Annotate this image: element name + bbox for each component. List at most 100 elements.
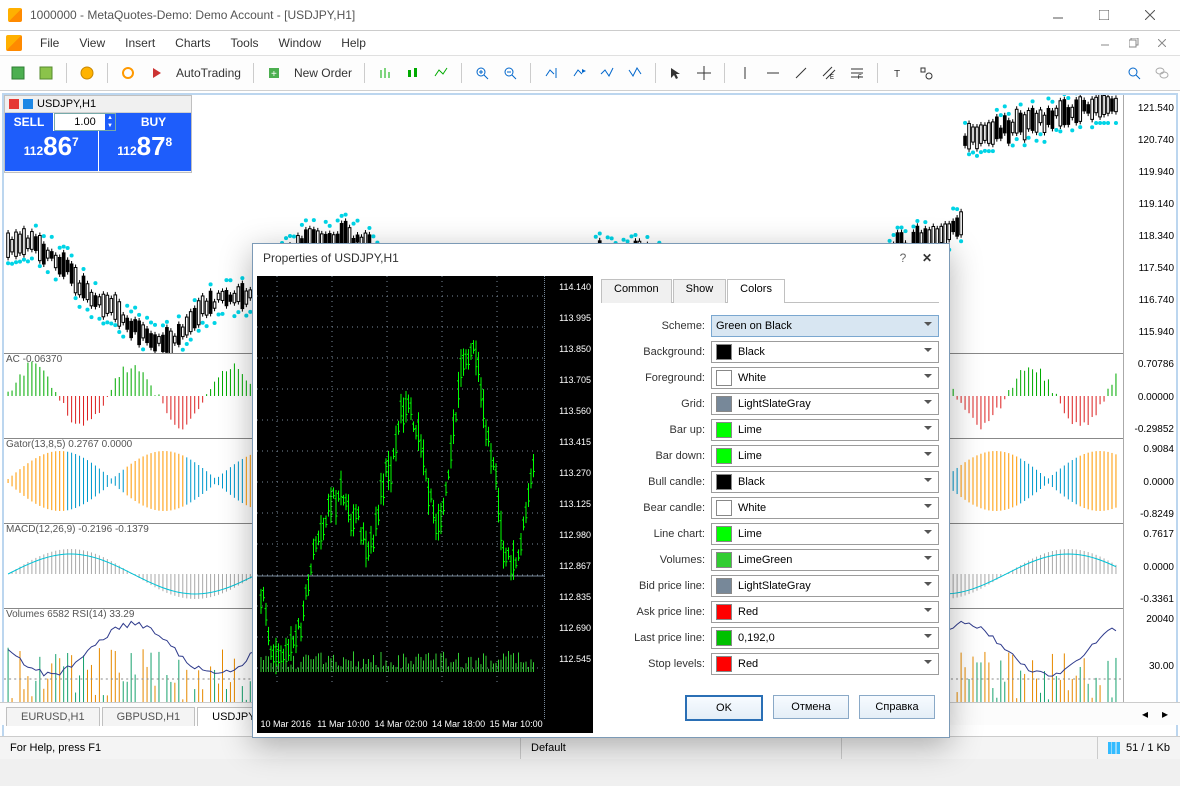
market-watch-icon[interactable]	[75, 61, 99, 85]
dialog-tabs: CommonShowColors	[601, 278, 939, 303]
window-title: 1000000 - MetaQuotes-Demo: Demo Account …	[30, 8, 1027, 22]
color-select[interactable]: LightSlateGray	[711, 575, 939, 597]
mdi-restore-button[interactable]	[1122, 31, 1146, 55]
sell-price[interactable]: 112867	[5, 131, 98, 171]
text-label-icon[interactable]: T	[886, 61, 910, 85]
menu-tools[interactable]: Tools	[221, 34, 269, 52]
buy-price[interactable]: 112878	[98, 131, 192, 171]
svg-text:E: E	[830, 75, 834, 80]
dialog-close-button[interactable]: ✕	[915, 251, 939, 265]
color-select[interactable]: White	[711, 497, 939, 519]
objects-icon[interactable]	[914, 61, 938, 85]
macd-axis: 0.76170.0000-0.3361	[1123, 523, 1176, 608]
new-order-icon[interactable]: +	[262, 61, 286, 85]
dialog-tab-colors[interactable]: Colors	[727, 279, 785, 303]
buy-button[interactable]: BUY	[116, 113, 191, 131]
tab-scroll-right-icon[interactable]: ▸	[1156, 705, 1174, 723]
status-help: For Help, press F1	[0, 737, 521, 759]
ok-button[interactable]: OK	[685, 695, 763, 721]
zoom-in-icon[interactable]	[470, 61, 494, 85]
menu-window[interactable]: Window	[269, 34, 332, 52]
svg-text:T: T	[894, 69, 900, 80]
indicators-icon[interactable]	[595, 61, 619, 85]
menu-help[interactable]: Help	[331, 34, 376, 52]
color-label: Bull candle:	[601, 476, 705, 488]
gator-label: Gator(13,8,5) 0.2767 0.0000	[6, 439, 132, 450]
periods-icon[interactable]	[623, 61, 647, 85]
close-button[interactable]	[1127, 1, 1172, 29]
mdi-close-button[interactable]	[1150, 31, 1174, 55]
scheme-label: Scheme:	[601, 320, 705, 332]
color-select[interactable]: Lime	[711, 445, 939, 467]
color-select[interactable]: Lime	[711, 523, 939, 545]
horizontal-line-icon[interactable]	[761, 61, 785, 85]
autotrading-icon[interactable]	[144, 61, 168, 85]
work-area: USDJPY,H1 SELL 1.00▲▼ BUY 112867 112878 …	[0, 91, 1180, 759]
ac-axis: 0.707860.00000-0.29852	[1123, 353, 1176, 438]
color-select[interactable]: LightSlateGray	[711, 393, 939, 415]
new-chart-icon[interactable]	[6, 61, 30, 85]
app-logo-icon	[6, 35, 22, 51]
quantity-stepper[interactable]: 1.00 ▲▼	[54, 113, 116, 131]
sell-indicator-icon	[9, 99, 19, 109]
status-profile: Default	[521, 737, 842, 759]
menu-file[interactable]: File	[30, 34, 69, 52]
color-select[interactable]: Black	[711, 471, 939, 493]
profiles-icon[interactable]	[34, 61, 58, 85]
color-select[interactable]: Red	[711, 653, 939, 675]
help-button[interactable]: Справка	[859, 695, 935, 719]
minimize-button[interactable]	[1035, 1, 1080, 29]
zoom-out-icon[interactable]	[498, 61, 522, 85]
chat-icon[interactable]	[1150, 61, 1174, 85]
chart-tab[interactable]: EURUSD,H1	[6, 707, 100, 726]
menu-charts[interactable]: Charts	[165, 34, 220, 52]
menu-insert[interactable]: Insert	[115, 34, 165, 52]
color-select[interactable]: White	[711, 367, 939, 389]
color-select[interactable]: 0,192,0	[711, 627, 939, 649]
search-icon[interactable]	[1122, 61, 1146, 85]
dialog-tab-show[interactable]: Show	[673, 279, 727, 303]
dialog-titlebar[interactable]: Properties of USDJPY,H1 ? ✕	[253, 244, 949, 272]
color-select[interactable]: Black	[711, 341, 939, 363]
cursor-icon[interactable]	[664, 61, 688, 85]
color-select[interactable]: LimeGreen	[711, 549, 939, 571]
maximize-button[interactable]	[1081, 1, 1126, 29]
new-order-label[interactable]: New Order	[290, 66, 356, 80]
equidistant-channel-icon[interactable]: E	[817, 61, 841, 85]
macd-label: MACD(12,26,9) -0.2196 -0.1379	[6, 524, 149, 535]
fibonacci-icon[interactable]: F	[845, 61, 869, 85]
dialog-title: Properties of USDJPY,H1	[263, 251, 399, 265]
color-label: Bar up:	[601, 424, 705, 436]
candlestick-icon[interactable]	[401, 61, 425, 85]
color-label: Ask price line:	[601, 606, 705, 618]
autotrading-label[interactable]: AutoTrading	[172, 66, 245, 80]
cancel-button[interactable]: Отмена	[773, 695, 849, 719]
svg-text:F: F	[858, 75, 862, 80]
auto-scroll-icon[interactable]	[539, 61, 563, 85]
vertical-line-icon[interactable]	[733, 61, 757, 85]
qty-up-icon[interactable]: ▲	[105, 114, 115, 122]
dialog-help-button[interactable]: ?	[891, 251, 915, 265]
dialog-tab-common[interactable]: Common	[601, 279, 672, 303]
trendline-icon[interactable]	[789, 61, 813, 85]
crosshair-icon[interactable]	[692, 61, 716, 85]
color-label: Stop levels:	[601, 658, 705, 670]
bar-chart-icon[interactable]	[373, 61, 397, 85]
connection-status[interactable]: 51 / 1 Kb	[1098, 742, 1180, 754]
app-logo-icon	[8, 8, 22, 22]
sell-button[interactable]: SELL	[5, 113, 54, 131]
tab-scroll-left-icon[interactable]: ◂	[1136, 705, 1154, 723]
menu-view[interactable]: View	[69, 34, 115, 52]
color-select[interactable]: Lime	[711, 419, 939, 441]
chart-tab[interactable]: GBPUSD,H1	[102, 707, 196, 726]
color-label: Bar down:	[601, 450, 705, 462]
chart-shift-icon[interactable]	[567, 61, 591, 85]
qty-down-icon[interactable]: ▼	[105, 122, 115, 130]
scheme-select[interactable]: Green on Black	[711, 315, 939, 337]
refresh-icon[interactable]	[116, 61, 140, 85]
qty-value: 1.00	[74, 116, 95, 128]
color-label: Grid:	[601, 398, 705, 410]
color-select[interactable]: Red	[711, 601, 939, 623]
mdi-minimize-button[interactable]	[1094, 31, 1118, 55]
line-chart-icon[interactable]	[429, 61, 453, 85]
